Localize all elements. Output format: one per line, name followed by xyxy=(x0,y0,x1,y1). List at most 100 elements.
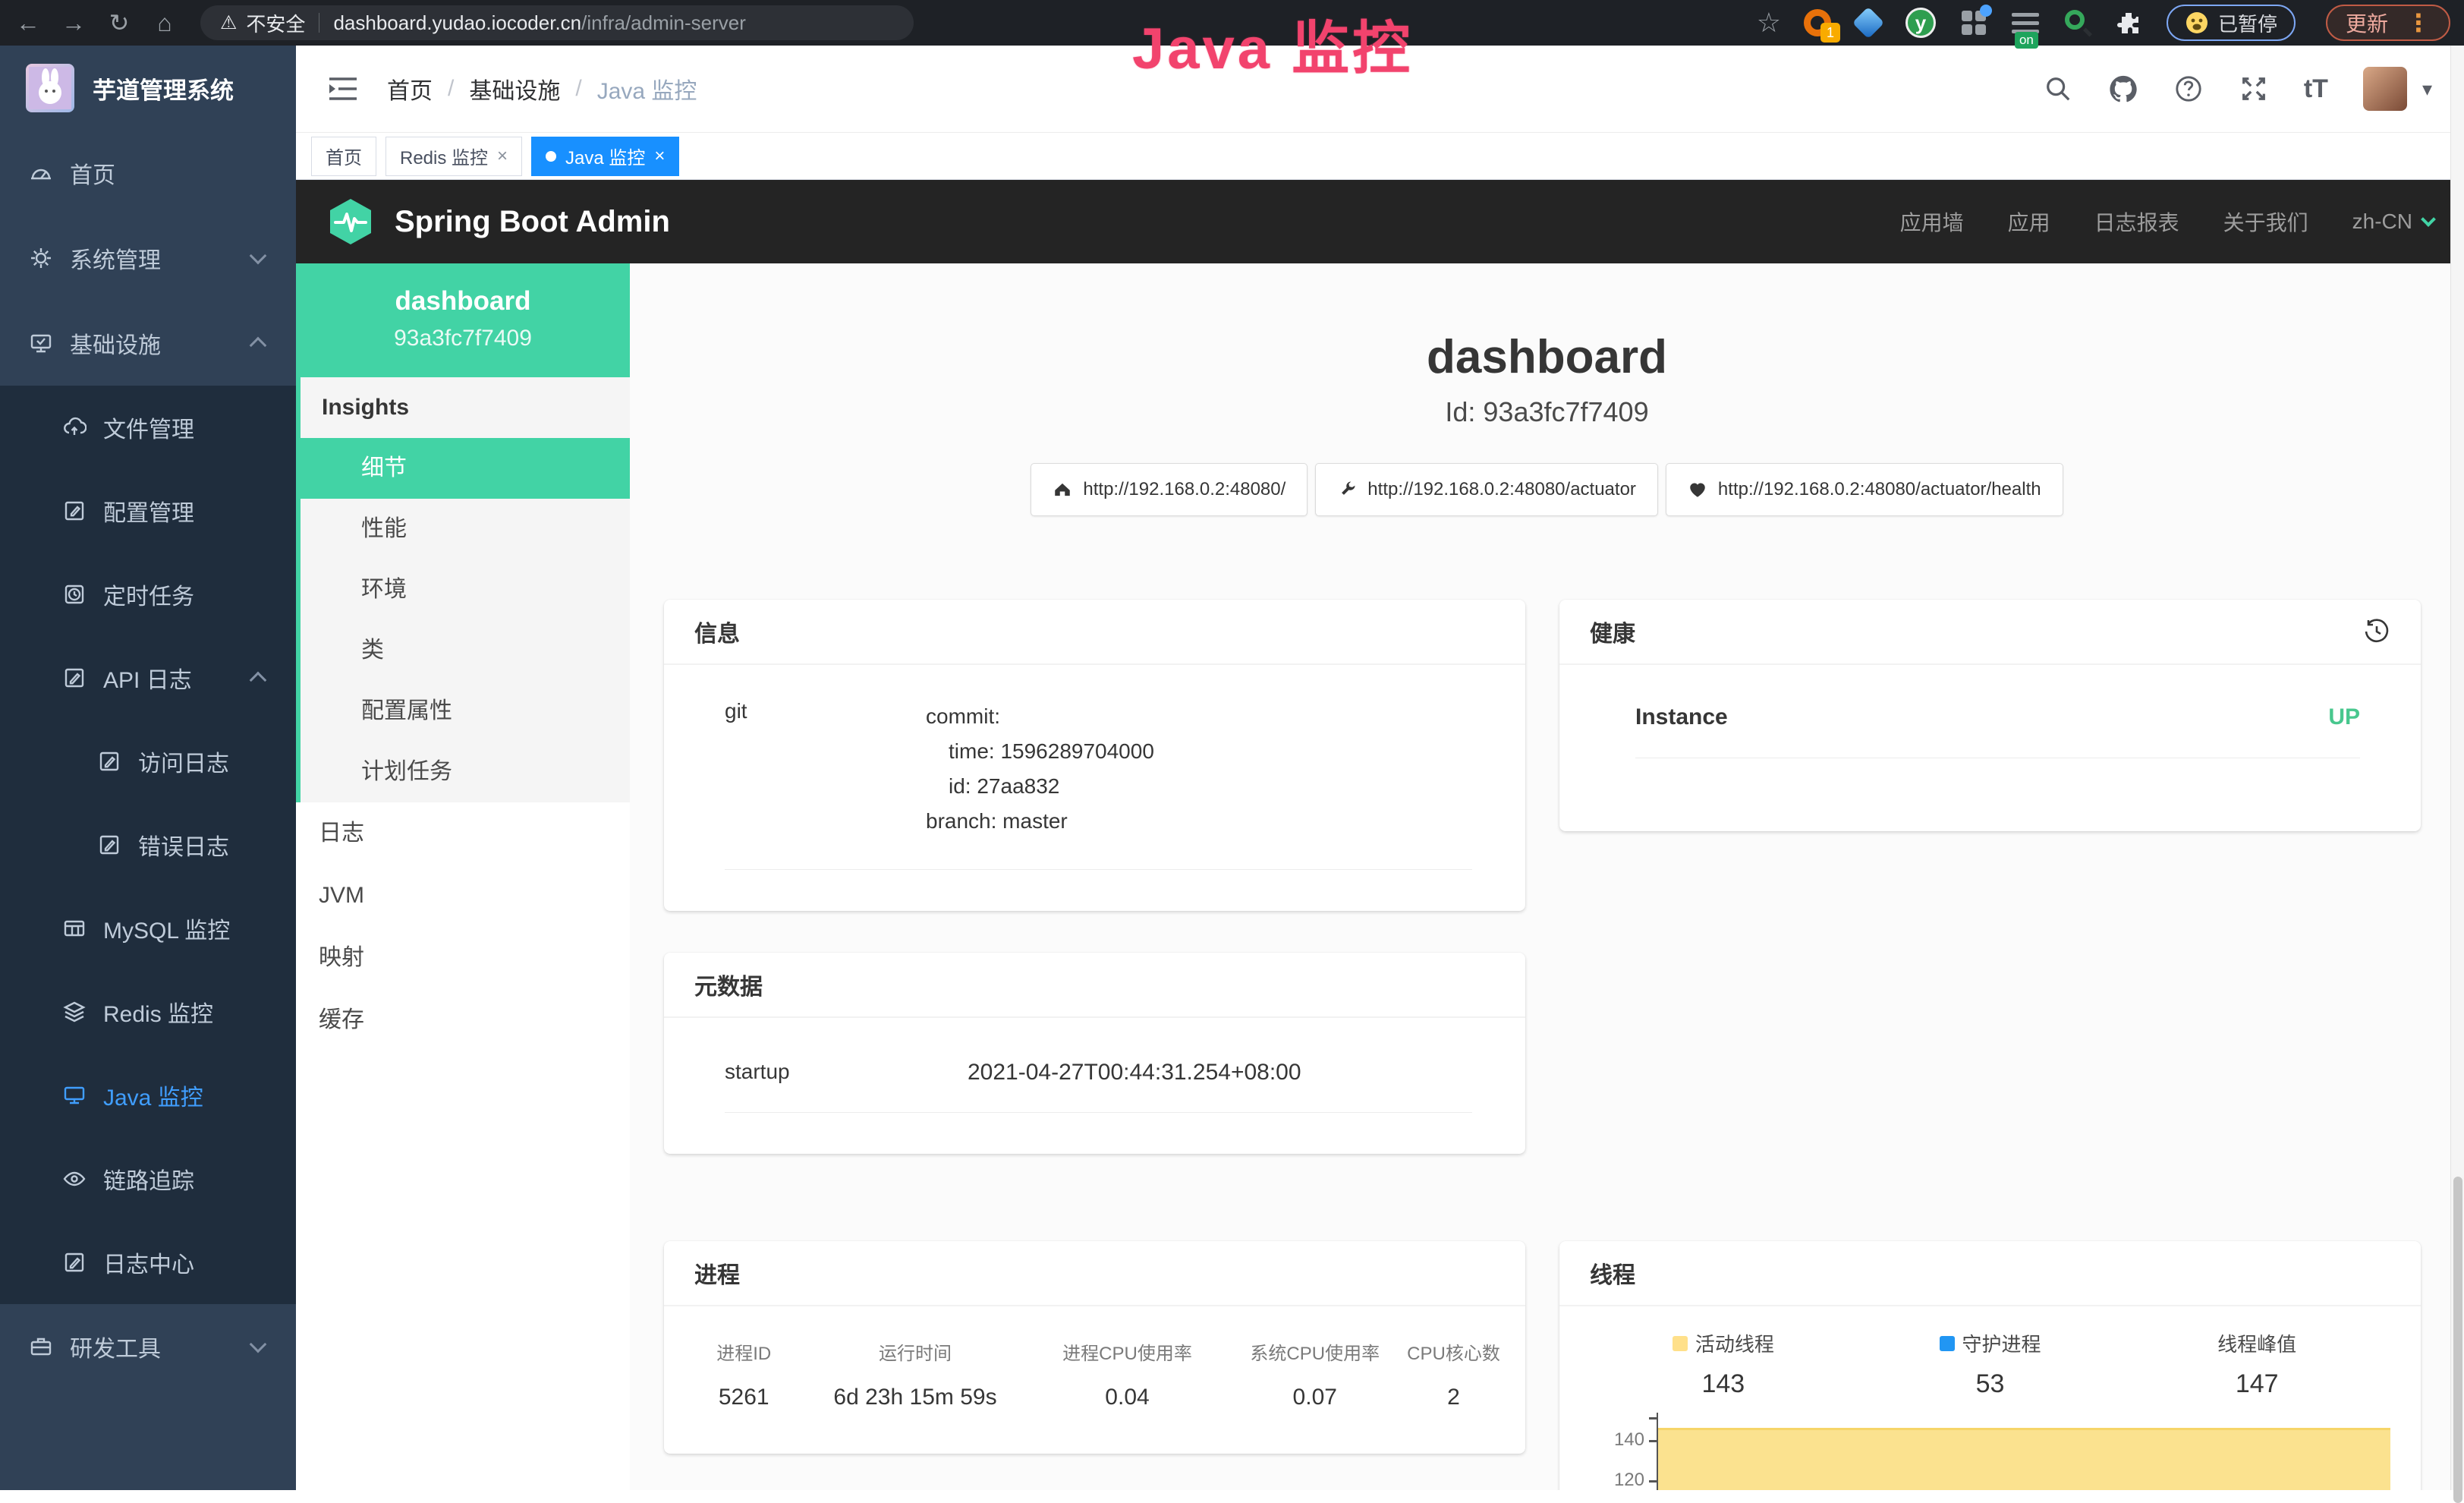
axis-tick xyxy=(1649,1417,1658,1420)
threads-card: 线程 活动线程 143 xyxy=(1559,1241,2421,1490)
sidebar-item-access-log[interactable]: 访问日志 xyxy=(0,720,296,803)
profile-paused-chip[interactable]: 已暂停 xyxy=(2167,5,2296,41)
font-size-icon[interactable]: tT xyxy=(2304,74,2328,104)
extension-convert-icon[interactable]: 1 xyxy=(1804,9,1831,36)
menu-item-config-props[interactable]: 配置属性 xyxy=(301,681,630,742)
extensions-puzzle-icon[interactable] xyxy=(2116,11,2141,35)
menu-item-logs[interactable]: 日志 xyxy=(296,802,630,865)
breadcrumb-home[interactable]: 首页 xyxy=(387,72,433,106)
browser-menu-dots-icon[interactable]: ⋮ xyxy=(2406,8,2431,37)
history-icon[interactable] xyxy=(2363,618,2390,645)
sidebar-fold-icon[interactable] xyxy=(328,76,358,102)
sidebar-item-system[interactable]: 系统管理 xyxy=(0,216,296,301)
tag-close-icon[interactable]: × xyxy=(654,146,665,167)
legend-label: 线程峰值 xyxy=(2217,1329,2296,1357)
menu-item-mappings[interactable]: 映射 xyxy=(296,927,630,989)
tag-close-icon[interactable]: × xyxy=(497,146,508,167)
edit-square-icon xyxy=(62,499,87,523)
sidebar-item-tracing[interactable]: 链路追踪 xyxy=(0,1137,296,1221)
sidebar-item-scheduled-tasks[interactable]: 定时任务 xyxy=(0,553,296,636)
edit-square-icon xyxy=(62,1250,87,1275)
sidebar-item-label: 研发工具 xyxy=(70,1330,161,1363)
edit-square-icon xyxy=(97,749,121,774)
sidebar-item-label: 日志中心 xyxy=(103,1246,194,1279)
endpoint-url: http://192.168.0.2:48080/actuator/health xyxy=(1718,479,2041,500)
extension-badge-count: 1 xyxy=(1820,23,1840,43)
sidebar-item-log-center[interactable]: 日志中心 xyxy=(0,1221,296,1304)
extension-grid-icon[interactable] xyxy=(1962,11,1986,35)
sidebar-item-config-management[interactable]: 配置管理 xyxy=(0,469,296,553)
endpoint-health-link[interactable]: http://192.168.0.2:48080/actuator/health xyxy=(1666,463,2063,516)
menu-item-caches[interactable]: 缓存 xyxy=(296,989,630,1051)
app-logo xyxy=(26,64,74,112)
health-card: 健康 Instance UP xyxy=(1559,600,2421,831)
instance-detail-pane: dashboard Id: 93a3fc7f7409 http://192.16… xyxy=(630,263,2464,1490)
clock-history-icon xyxy=(62,582,87,607)
browser-update-button[interactable]: 更新 ⋮ xyxy=(2326,5,2450,41)
info-row-value: commit: time: 1596289704000 id: 27aa832 … xyxy=(926,699,1154,839)
avatar-caret-icon[interactable]: ▾ xyxy=(2422,77,2432,101)
extension-y-icon[interactable]: y xyxy=(1905,8,1936,38)
menu-item-metrics[interactable]: 性能 xyxy=(301,499,630,559)
tag-home[interactable]: 首页 xyxy=(311,137,376,176)
sba-nav-wallboard[interactable]: 应用墙 xyxy=(1900,206,1964,237)
sidebar-item-redis-monitor[interactable]: Redis 监控 xyxy=(0,970,296,1054)
github-icon[interactable] xyxy=(2108,74,2138,104)
active-dot-icon xyxy=(546,151,556,162)
sidebar-item-home[interactable]: 首页 xyxy=(0,131,296,216)
sidebar-item-mysql-monitor[interactable]: MySQL 监控 xyxy=(0,887,296,970)
scrollbar-thumb[interactable] xyxy=(2453,1177,2462,1503)
extension-list-icon[interactable]: on xyxy=(2012,13,2039,33)
menu-item-jvm[interactable]: JVM xyxy=(296,865,630,927)
browser-reload-icon[interactable]: ↻ xyxy=(102,5,137,40)
extension-gem-icon[interactable] xyxy=(1857,11,1880,34)
sidebar-item-error-log[interactable]: 错误日志 xyxy=(0,803,296,887)
tag-java-monitor[interactable]: Java 监控 × xyxy=(531,137,679,176)
endpoint-actuator-link[interactable]: http://192.168.0.2:48080/actuator xyxy=(1315,463,1658,516)
bookmark-star-icon[interactable]: ☆ xyxy=(1757,7,1781,39)
extension-on-badge: on xyxy=(2015,32,2038,49)
endpoint-home-link[interactable]: http://192.168.0.2:48080/ xyxy=(1031,463,1308,516)
menu-item-details[interactable]: 细节 xyxy=(296,438,630,499)
sidebar-item-java-monitor[interactable]: Java 监控 xyxy=(0,1054,296,1137)
cloud-upload-icon xyxy=(62,415,87,440)
header-search-icon[interactable] xyxy=(2043,74,2073,104)
sba-nav-about[interactable]: 关于我们 xyxy=(2223,206,2308,237)
sba-nav-log-report[interactable]: 日志报表 xyxy=(2094,206,2179,237)
menu-item-classes[interactable]: 类 xyxy=(301,620,630,681)
app-title: 芋道管理系统 xyxy=(93,71,234,106)
tag-redis-monitor[interactable]: Redis 监控 × xyxy=(385,137,522,176)
extension-magnifier-icon[interactable] xyxy=(2065,10,2091,36)
address-bar[interactable]: ⚠ 不安全 dashboard.yudao.iocoder.cn/infra/a… xyxy=(200,5,914,40)
sba-nav-applications[interactable]: 应用 xyxy=(2008,206,2050,237)
sidebar-item-api-log[interactable]: API 日志 xyxy=(0,636,296,720)
page-scrollbar[interactable] xyxy=(2450,46,2464,1490)
fullscreen-icon[interactable] xyxy=(2239,74,2269,104)
sidebar-item-file-management[interactable]: 文件管理 xyxy=(0,386,296,469)
menu-item-scheduled-tasks[interactable]: 计划任务 xyxy=(301,742,630,802)
browser-forward-icon[interactable]: → xyxy=(56,5,91,40)
menu-item-environment[interactable]: 环境 xyxy=(301,559,630,620)
chevron-up-icon xyxy=(250,337,267,354)
breadcrumb-infrastructure[interactable]: 基础设施 xyxy=(469,72,560,106)
sba-brand[interactable]: Spring Boot Admin xyxy=(326,197,670,246)
breadcrumb-current: Java 监控 xyxy=(597,72,697,106)
browser-home-icon[interactable]: ⌂ xyxy=(147,5,182,40)
sidebar-item-dev-tools[interactable]: 研发工具 xyxy=(0,1304,296,1389)
sidebar-item-label: 访问日志 xyxy=(138,745,229,778)
sidebar-item-label: 链路追踪 xyxy=(103,1162,194,1196)
not-secure-label[interactable]: 不安全 xyxy=(246,9,305,37)
metadata-row-label: startup xyxy=(725,1060,968,1086)
sidebar-item-infrastructure[interactable]: 基础设施 xyxy=(0,301,296,386)
browser-back-icon[interactable]: ← xyxy=(11,5,46,40)
infrastructure-submenu: 文件管理 配置管理 定时任务 API 日志 访问日志 错误日志 MySQL 监控 xyxy=(0,386,296,1304)
chevron-down-icon xyxy=(2421,212,2436,227)
app-logo-row[interactable]: 芋道管理系统 xyxy=(0,46,296,131)
url-text[interactable]: dashboard.yudao.iocoder.cn/infra/admin-s… xyxy=(333,11,745,35)
instance-header: dashboard 93a3fc7f7409 xyxy=(296,263,630,377)
help-icon[interactable] xyxy=(2173,74,2204,104)
git-commit-line: commit: xyxy=(926,699,1154,734)
user-avatar[interactable] xyxy=(2363,67,2407,111)
endpoint-url: http://192.168.0.2:48080/ xyxy=(1083,479,1285,500)
sba-language-select[interactable]: zh-CN xyxy=(2352,210,2434,234)
